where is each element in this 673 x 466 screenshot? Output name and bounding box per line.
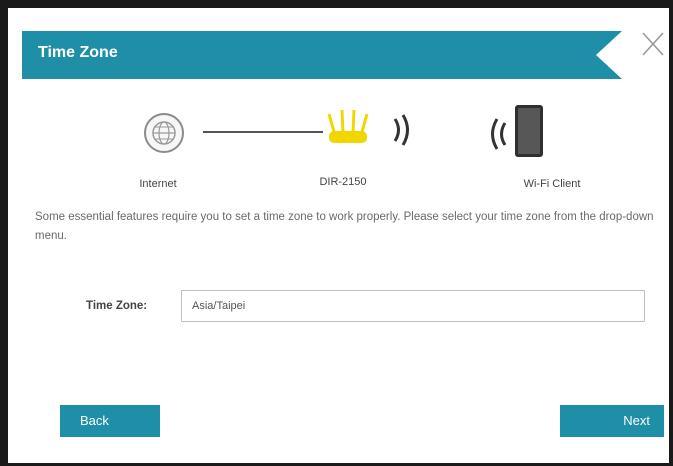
client-label: Wi-Fi Client xyxy=(523,178,581,190)
tablet-icon xyxy=(515,105,543,157)
wireless-signal-icon xyxy=(393,114,409,146)
internet-label: Internet xyxy=(139,178,177,190)
dialog-title: Time Zone xyxy=(38,44,118,61)
router-label: DIR-2150 xyxy=(319,176,367,188)
next-button[interactable]: Next xyxy=(560,405,664,437)
connection-line xyxy=(203,131,323,133)
router-icon xyxy=(327,109,369,143)
time-zone-select[interactable] xyxy=(181,290,645,322)
globe-icon xyxy=(144,113,184,153)
description-text: Some essential features require you to s… xyxy=(35,211,654,242)
time-zone-label: Time Zone: xyxy=(86,300,148,312)
close-icon[interactable] xyxy=(640,30,666,58)
wireless-signal-icon xyxy=(491,118,507,150)
back-button[interactable]: Back xyxy=(60,405,160,437)
